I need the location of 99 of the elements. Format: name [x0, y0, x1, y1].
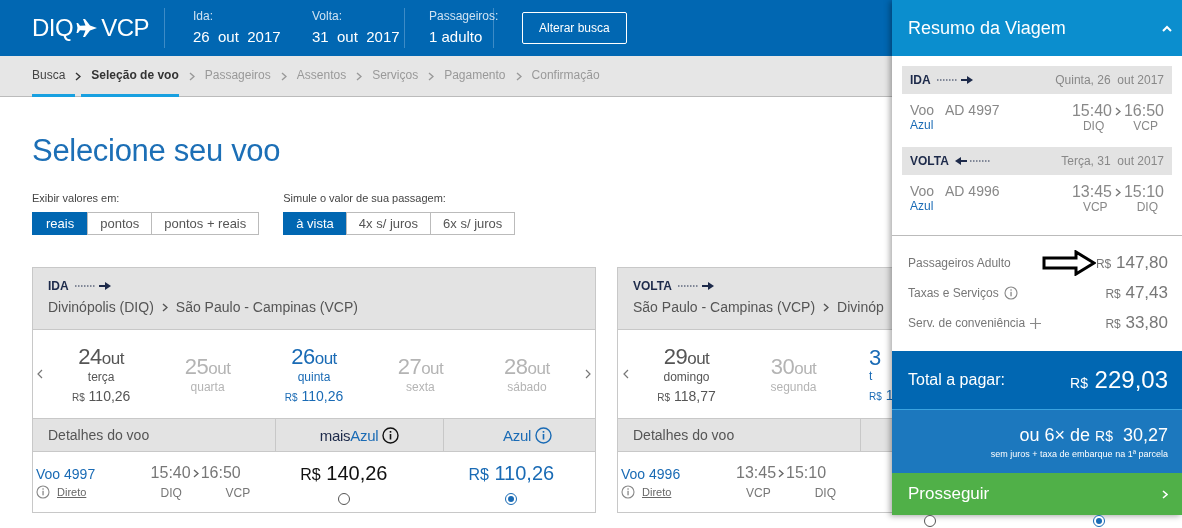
- flight-number: Voo AD 4996: [910, 183, 1000, 199]
- radio-button[interactable]: [505, 493, 518, 505]
- direction-label: VOLTA: [910, 154, 949, 168]
- change-search-button[interactable]: Alterar busca: [522, 12, 627, 44]
- chevron-icon: [161, 302, 168, 312]
- direction-label: IDA: [910, 73, 931, 87]
- plane-icon: [76, 19, 99, 37]
- breadcrumb-step[interactable]: Busca: [32, 55, 76, 97]
- charge-label: Passageiros Adulto: [908, 256, 1011, 271]
- chevron-icon: [280, 71, 287, 81]
- route-origin: DIQ: [32, 14, 74, 42]
- flight-number-link[interactable]: Voo 4996: [621, 466, 736, 482]
- flight-number-link[interactable]: Voo 4997: [36, 466, 151, 482]
- field-value: 26 out 2017: [193, 28, 281, 45]
- option-label: Exibir valores em:: [32, 192, 121, 206]
- charge-amount: R$ 33,80: [1105, 313, 1168, 334]
- departure-time: 15:40: [150, 464, 191, 482]
- charge-label: Serv. de conveniência: [908, 316, 1026, 331]
- field-value: 1 adulto: [429, 28, 483, 45]
- panel-title: Resumo da Viagem: [908, 17, 1066, 39]
- arrival-time: 16:50: [1123, 102, 1164, 120]
- chevron-icon: [823, 302, 830, 312]
- leg-date: Terça, 31 out 2017: [1061, 154, 1164, 168]
- airport-code: VCP: [225, 486, 251, 500]
- chevron-icon: [1114, 187, 1121, 197]
- chevron-icon: [75, 71, 82, 81]
- total-amount: R$ 229,03: [1070, 365, 1168, 394]
- airport-code: DIQ: [160, 486, 182, 500]
- chevron-icon: [192, 468, 199, 478]
- arrival-time: 15:10: [786, 464, 827, 482]
- column-header: maisAzul: [319, 426, 379, 444]
- airport-code: DIQ: [1082, 120, 1105, 132]
- departure-time: 15:40: [1071, 102, 1112, 120]
- radio-button[interactable]: [924, 515, 936, 527]
- departure-time: 13:45: [1071, 183, 1112, 201]
- direction-label: VOLTA: [633, 279, 672, 293]
- column-header: Azul: [503, 426, 531, 444]
- field-label: Volta:: [312, 9, 343, 23]
- direction-label: IDA: [48, 279, 69, 293]
- radio-button[interactable]: [337, 493, 350, 505]
- segment-button[interactable]: reais: [32, 212, 89, 235]
- installment-note: sem juros + taxa de embarque na 1ª parcela: [990, 448, 1168, 459]
- option-label: Simule o valor de sua passagem:: [283, 192, 447, 206]
- segment-button[interactable]: 4x s/ juros: [345, 212, 432, 235]
- radio-button[interactable]: [1093, 515, 1105, 527]
- chevron-icon: [1114, 106, 1121, 116]
- leg-date: Quinta, 26 out 2017: [1055, 73, 1164, 87]
- segment-button[interactable]: 6x s/ juros: [430, 212, 516, 235]
- installment-amount: ou 6× de R$ 30,27: [1019, 424, 1168, 446]
- fare-price: R$ 110,26: [468, 462, 555, 485]
- charge-amount: R$ 47,43: [1105, 283, 1168, 304]
- date-option[interactable]: 24out terça R$ 110,26: [47, 344, 155, 404]
- destination-city: São Paulo - Campinas (VCP): [175, 299, 358, 315]
- airline-name: Azul: [910, 199, 935, 213]
- segment-button[interactable]: à vista: [283, 212, 347, 235]
- route-destination: VCP: [101, 14, 150, 42]
- airport-code: VCP: [1133, 120, 1158, 132]
- segment-button[interactable]: pontos + reais: [151, 212, 260, 235]
- direct-link[interactable]: Direto: [642, 486, 672, 498]
- dotted-plane-icon: [72, 281, 113, 291]
- field-value: 31 out 2017: [312, 28, 400, 45]
- column-header: Detalhes do voo: [48, 427, 150, 443]
- airport-code: VCP: [1082, 201, 1108, 213]
- charge-amount: R$ 147,80: [1095, 253, 1168, 274]
- breadcrumb-step[interactable]: Seleção de voo: [81, 55, 179, 97]
- destination-city: Divinóp: [837, 299, 884, 315]
- chevron-icon: [1162, 489, 1168, 499]
- flight-number: Voo AD 4997: [910, 102, 1000, 118]
- airport-code: DIQ: [814, 486, 836, 500]
- info-icon[interactable]: [382, 426, 400, 444]
- total-label: Total a pagar:: [908, 370, 1005, 389]
- chevron-icon: [515, 71, 522, 81]
- segment-button[interactable]: pontos: [87, 212, 153, 235]
- airport-code: VCP: [746, 486, 771, 500]
- field-label: Ida:: [193, 9, 213, 23]
- chevron-icon: [188, 71, 195, 81]
- airline-name: Azul: [910, 118, 935, 132]
- date-option[interactable]: 26out quinta R$ 110,26: [260, 344, 368, 404]
- direct-link[interactable]: Direto: [57, 486, 87, 498]
- page-title: Selecione seu voo: [32, 133, 282, 169]
- departure-time: 13:45: [736, 464, 777, 482]
- date-option[interactable]: 3 t R$ 1: [847, 345, 892, 403]
- arrival-time: 15:10: [1123, 183, 1164, 201]
- field-label: Passageiros:: [429, 9, 499, 23]
- date-option[interactable]: 29out domingo R$ 118,77: [633, 344, 740, 404]
- chevron-icon: [778, 468, 785, 478]
- plus-icon[interactable]: [1030, 317, 1042, 329]
- dotted-plane-icon: [675, 281, 716, 291]
- origin-city: São Paulo - Campinas (VCP): [633, 299, 816, 315]
- charge-label: Taxas e Serviços: [908, 286, 999, 301]
- collapse-icon[interactable]: [1162, 24, 1172, 32]
- fare-price: R$ 140,26: [300, 462, 388, 485]
- origin-city: Divinópolis (DIQ): [48, 299, 154, 315]
- dotted-plane-icon: [934, 75, 975, 85]
- airport-code: DIQ: [1136, 201, 1158, 213]
- column-header: Detalhes do voo: [633, 427, 735, 443]
- chevron-icon: [428, 71, 435, 81]
- arrival-time: 16:50: [200, 464, 241, 482]
- chevron-icon: [356, 71, 363, 81]
